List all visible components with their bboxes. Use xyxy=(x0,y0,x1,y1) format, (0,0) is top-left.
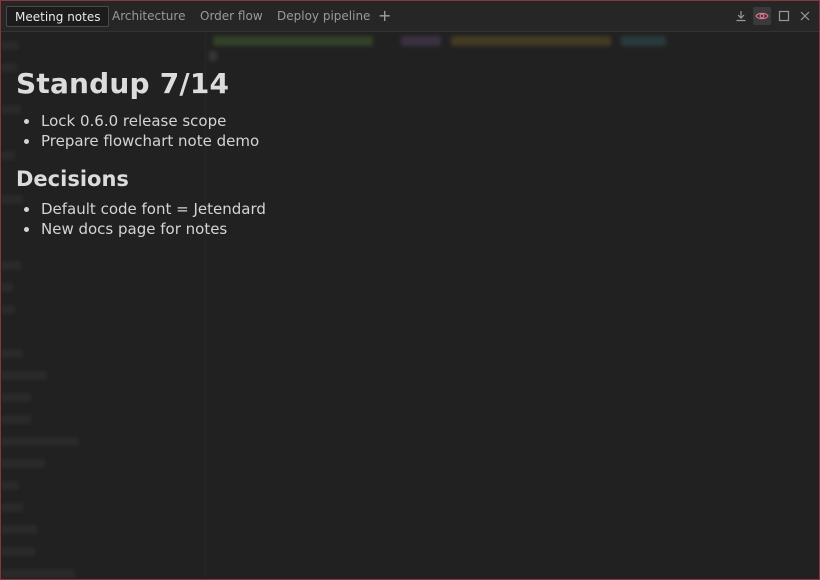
notes-window: Meeting notes Architecture Order flow De… xyxy=(0,0,820,580)
add-tab-button[interactable]: + xyxy=(378,6,391,26)
tab-order-flow[interactable]: Order flow xyxy=(200,6,263,27)
background-code-ghost xyxy=(213,36,373,46)
tab-bar: Meeting notes Architecture Order flow De… xyxy=(1,1,819,32)
download-icon[interactable] xyxy=(732,7,750,25)
list-item: New docs page for notes xyxy=(24,219,796,239)
note-title: Standup 7/14 xyxy=(16,67,230,100)
tab-meeting-notes[interactable]: Meeting notes xyxy=(6,6,110,27)
note-content-area: Standup 7/14 Lock 0.6.0 release scope Pr… xyxy=(1,33,819,579)
list-item: Default code font = Jetendard xyxy=(24,199,796,219)
close-icon[interactable] xyxy=(796,7,814,25)
list-item: Prepare flowchart note demo xyxy=(24,131,796,151)
standup-list: Lock 0.6.0 release scope Prepare flowcha… xyxy=(24,111,796,151)
tab-deploy-pipeline[interactable]: Deploy pipeline xyxy=(277,6,370,27)
tab-architecture[interactable]: Architecture xyxy=(112,6,185,27)
decisions-list: Default code font = Jetendard New docs p… xyxy=(24,199,796,239)
markdown-preview: Standup 7/14 Lock 0.6.0 release scope Pr… xyxy=(16,67,796,239)
section-heading-decisions: Decisions xyxy=(16,167,129,191)
maximize-icon[interactable] xyxy=(775,7,793,25)
eye-icon[interactable] xyxy=(753,7,771,25)
list-item: Lock 0.6.0 release scope xyxy=(24,111,796,131)
